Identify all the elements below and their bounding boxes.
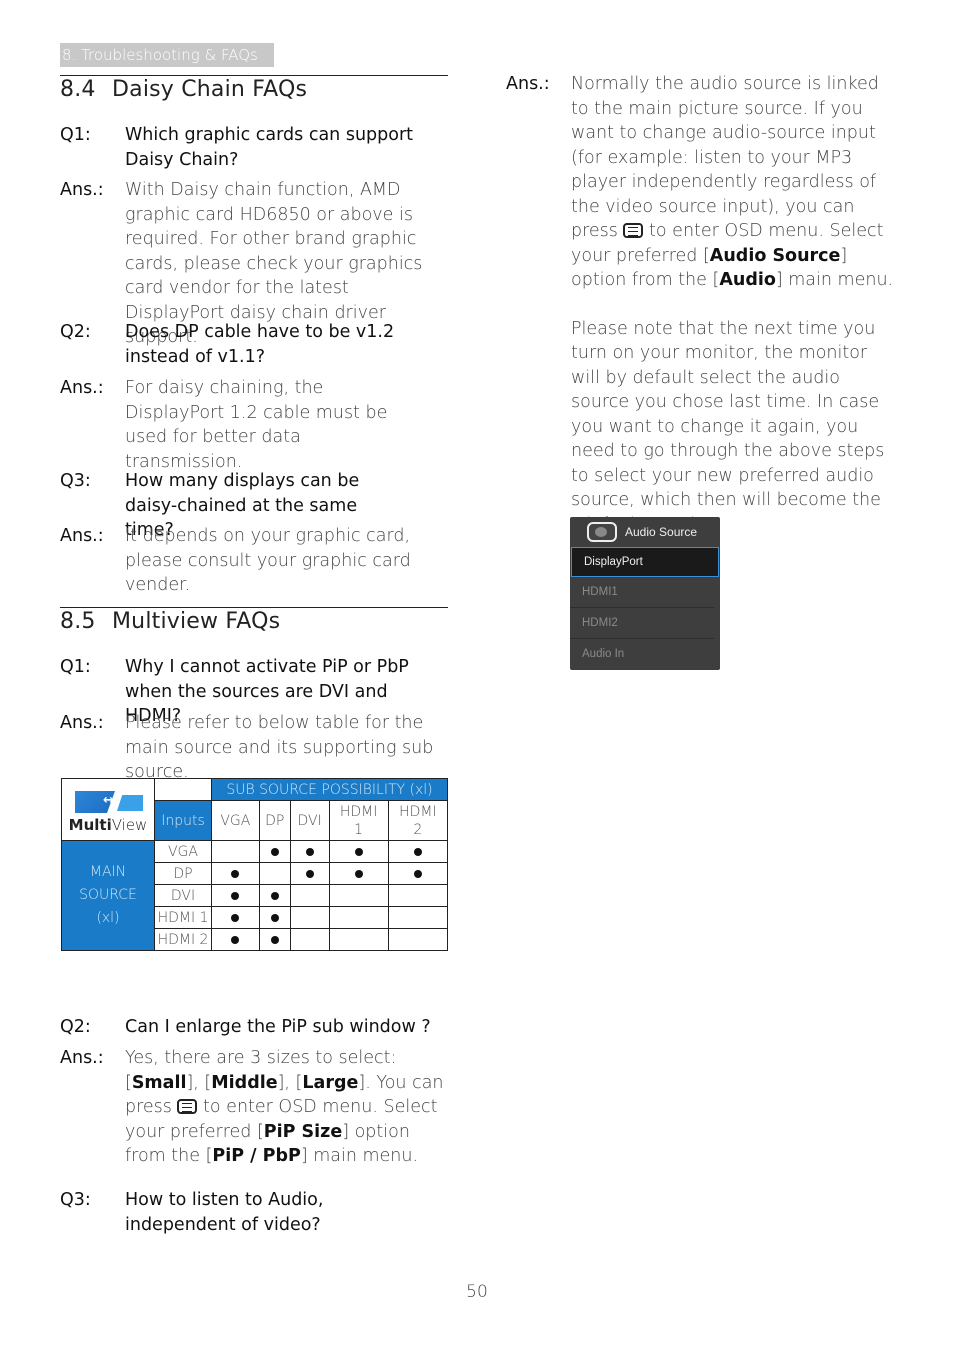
row-header: HDMI 2	[154, 928, 212, 951]
column-header: DP	[258, 800, 291, 841]
supported-dot-icon	[354, 847, 363, 856]
supported-dot-icon	[354, 869, 363, 878]
osd-menu-item[interactable]: HDMI1	[570, 577, 714, 608]
supported-dot-icon	[305, 869, 314, 878]
answer-note: Please note that the next time you turn …	[571, 318, 885, 535]
support-cell	[387, 928, 449, 951]
row-header: VGA	[154, 840, 212, 863]
supported-dot-icon	[413, 847, 422, 856]
multiview-logo-cell: ↔ MultiView	[61, 778, 155, 841]
table-row: MAIN SOURCE (xl) VGA	[61, 840, 449, 951]
support-cell	[211, 928, 260, 951]
answer-text: Normally the audio source is linked to t…	[571, 74, 894, 290]
support-cell	[289, 906, 330, 929]
supported-dot-icon	[270, 891, 279, 900]
answer-8-5-1: Ans.: Please refer to below table for th…	[60, 713, 434, 782]
question-8-5-3: Q3: How to listen to Audio, independent …	[60, 1190, 324, 1235]
support-cell	[258, 884, 291, 907]
support-cell	[328, 862, 389, 885]
support-cell	[328, 928, 389, 951]
column-header: VGA	[211, 800, 260, 841]
multiview-table: ↔ MultiView SUB SOURCE POSSIBILITY (xl) …	[61, 778, 449, 951]
row-header: DP	[154, 862, 212, 885]
supported-dot-icon	[305, 847, 314, 856]
support-cell	[258, 906, 291, 929]
support-cell	[289, 884, 330, 907]
question-8-5-2: Q2: Can I enlarge the PiP sub window ?	[60, 1017, 431, 1037]
supported-dot-icon	[270, 913, 279, 922]
multiview-logo-text: MultiView	[68, 816, 148, 834]
chapter-header: 8. Troubleshooting & FAQs	[60, 43, 274, 67]
row-header: DVI	[154, 884, 212, 907]
support-cell	[289, 862, 330, 885]
support-cell	[258, 928, 291, 951]
support-cell	[289, 840, 330, 863]
column-header: HDMI 1	[328, 800, 389, 841]
answer-8-4-3: Ans.: It depends on your graphic card, p…	[60, 526, 411, 595]
section-title-8-5: 8.5 Multiview FAQs	[60, 609, 281, 634]
blank-header-cell	[154, 778, 212, 801]
support-cell	[387, 884, 449, 907]
support-cell	[328, 906, 389, 929]
osd-menu-item[interactable]: HDMI2	[570, 608, 714, 639]
row-header: HDMI 1	[154, 906, 212, 929]
supported-dot-icon	[270, 935, 279, 944]
inputs-header: Inputs	[154, 800, 212, 841]
supported-dot-icon	[231, 935, 240, 944]
supported-dot-icon	[231, 869, 240, 878]
support-cell	[387, 906, 449, 929]
section-divider	[60, 75, 448, 76]
osd-audio-source-menu: Audio Source DisplayPort HDMI1 HDMI2 Audio …	[570, 517, 720, 670]
support-cell	[211, 862, 260, 885]
supported-dot-icon	[231, 891, 240, 900]
support-cell	[258, 840, 291, 863]
support-cell	[328, 884, 389, 907]
support-cell	[211, 884, 260, 907]
main-source-label: MAIN SOURCE (xl)	[61, 840, 155, 951]
supported-dot-icon	[413, 869, 422, 878]
question-8-4-2: Q2: Does DP cable have to be v1.2 instea…	[60, 322, 395, 367]
osd-menu-item[interactable]: DisplayPort	[571, 547, 719, 577]
menu-button-icon	[623, 223, 644, 238]
supported-dot-icon	[231, 913, 240, 922]
support-cell	[258, 862, 291, 885]
answer-8-5-3: Ans.: Normally the audio source is linke…	[506, 72, 898, 537]
menu-button-icon	[177, 1099, 198, 1114]
support-cell	[211, 906, 260, 929]
supported-dot-icon	[270, 847, 279, 856]
multiview-logo-icon: ↔	[73, 789, 143, 813]
answer-8-5-2: Ans.: Yes, there are 3 sizes to select: …	[60, 1046, 452, 1169]
answer-8-4-2: Ans.: For daisy chaining, the DisplayPor…	[60, 378, 388, 472]
support-cell	[387, 840, 449, 863]
answer-text: Yes, there are 3 sizes to select: [Small…	[125, 1048, 444, 1166]
support-cell	[211, 840, 260, 863]
column-header: HDMI 2	[387, 800, 449, 841]
support-cell	[289, 928, 330, 951]
support-cell	[387, 862, 449, 885]
page-number: 50	[466, 1282, 488, 1302]
section-divider	[60, 607, 448, 608]
sub-source-header: SUB SOURCE POSSIBILITY (xl)	[211, 778, 448, 801]
question-8-4-1: Q1: Which graphic cards can support Dais…	[60, 125, 414, 170]
audio-source-icon	[587, 522, 617, 542]
support-cell	[328, 840, 389, 863]
section-title-8-4: 8.4 Daisy Chain FAQs	[60, 77, 308, 102]
column-header: DVI	[289, 800, 330, 841]
osd-header: Audio Source	[570, 517, 720, 547]
osd-menu-item[interactable]: Audio In	[570, 639, 714, 669]
